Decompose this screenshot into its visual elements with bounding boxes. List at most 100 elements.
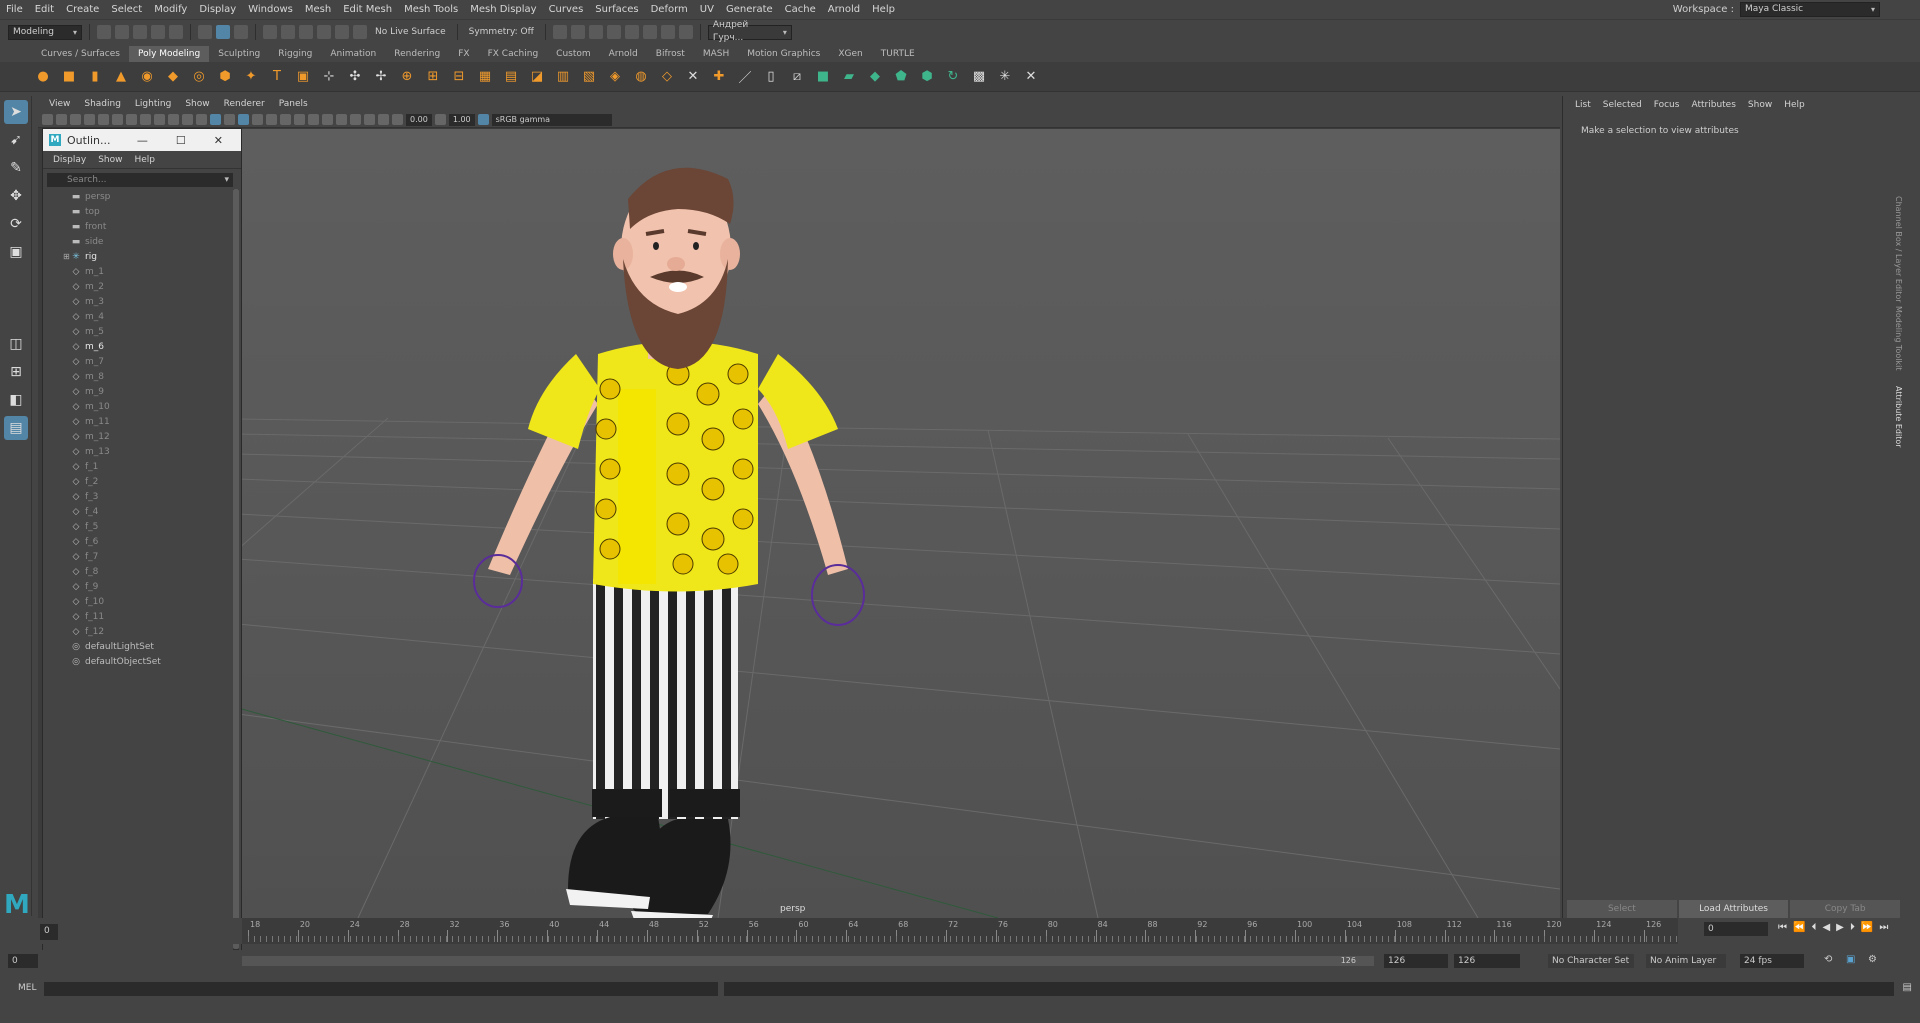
time-slider-left-box[interactable]: 0 <box>40 924 58 940</box>
poly-plane-icon[interactable]: ◆ <box>162 66 184 88</box>
outliner-item[interactable]: ◎ defaultObjectSet <box>43 654 231 669</box>
snap-view-icon[interactable] <box>317 25 331 39</box>
outliner-item[interactable]: ◇ m_5 <box>43 324 231 339</box>
four-view-icon[interactable]: ⊞ <box>4 360 28 384</box>
anim-layer-dropdown[interactable]: No Anim Layer <box>1646 954 1726 968</box>
shelf-tab-curves-surfaces[interactable]: Curves / Surfaces <box>32 46 129 62</box>
time-slider-track[interactable]: 18 20 24 28 32 36 40 44 48 52 56 60 64 68 72 76 80 84 88 92… <box>242 918 1678 944</box>
outliner-item[interactable]: ◇ f_1 <box>43 459 231 474</box>
render-settings-icon[interactable] <box>606 25 621 39</box>
safe-title-icon[interactable] <box>182 114 193 125</box>
outliner-item[interactable]: ◇ f_5 <box>43 519 231 534</box>
color-space-dropdown[interactable]: sRGB gamma <box>491 113 612 126</box>
anti-aliasing-icon[interactable] <box>322 114 333 125</box>
shadows-icon[interactable] <box>280 114 291 125</box>
select-hierarchy-icon[interactable] <box>198 25 212 39</box>
uv-camera-icon[interactable]: ⬢ <box>916 66 938 88</box>
menu-edit-mesh[interactable]: Edit Mesh <box>337 0 398 20</box>
super-shape-icon[interactable]: ✦ <box>240 66 262 88</box>
arnold-render-icon[interactable] <box>660 25 675 39</box>
knife-icon[interactable]: ／ <box>734 66 756 88</box>
exposure-icon[interactable] <box>392 114 403 125</box>
range-end-field[interactable]: 126 <box>1384 954 1448 968</box>
menu-cache[interactable]: Cache <box>779 0 822 20</box>
camera-select-icon[interactable] <box>42 114 53 125</box>
attr-menu-selected[interactable]: Selected <box>1597 100 1648 110</box>
screen-space-ao-icon[interactable] <box>294 114 305 125</box>
uv-editor-icon[interactable]: ✳ <box>994 66 1016 88</box>
wireframe-icon[interactable] <box>196 114 207 125</box>
coordinate-icon[interactable]: ✣ <box>344 66 366 88</box>
snap-surface-icon[interactable] <box>335 25 349 39</box>
shelf-tab-sculpting[interactable]: Sculpting <box>209 46 269 62</box>
outliner-item[interactable]: ◇ m_3 <box>43 294 231 309</box>
poly-torus-icon[interactable]: ◉ <box>136 66 158 88</box>
outliner-menu-display[interactable]: Display <box>47 155 92 165</box>
copy-tab-button[interactable]: Copy Tab <box>1790 900 1901 918</box>
render-frame-icon[interactable] <box>570 25 585 39</box>
menu-display[interactable]: Display <box>193 0 242 20</box>
outliner-item[interactable]: ◇ f_10 <box>43 594 231 609</box>
shelf-tab-rendering[interactable]: Rendering <box>385 46 449 62</box>
outliner-item[interactable]: ◇ m_7 <box>43 354 231 369</box>
outliner-menu-help[interactable]: Help <box>128 155 161 165</box>
exposure-field[interactable]: 0.00 <box>406 113 432 126</box>
single-perspective-icon[interactable]: ◫ <box>4 332 28 356</box>
uv-cut-icon[interactable]: ✕ <box>1020 66 1042 88</box>
construction-history-icon[interactable] <box>552 25 567 39</box>
pause-icon[interactable] <box>678 25 693 39</box>
outliner-item[interactable]: ◇ m_4 <box>43 309 231 324</box>
shelf-tab-motion-graphics[interactable]: Motion Graphics <box>738 46 829 62</box>
outliner-item[interactable]: ◎ defaultLightSet <box>43 639 231 654</box>
color-management-icon[interactable] <box>477 114 489 125</box>
attr-menu-attributes[interactable]: Attributes <box>1685 100 1741 110</box>
shelf-tab-arnold[interactable]: Arnold <box>600 46 647 62</box>
move-tool-icon[interactable]: ✥ <box>4 184 28 208</box>
uv-sphere-icon[interactable]: ◆ <box>864 66 886 88</box>
outliner-item[interactable]: ◇ m_11 <box>43 414 231 429</box>
hypershade-icon[interactable] <box>624 25 639 39</box>
viewport-menu-panels[interactable]: Panels <box>272 99 315 109</box>
outliner-item[interactable]: ◇ m_12 <box>43 429 231 444</box>
live-surface-label[interactable]: No Live Surface <box>375 27 446 37</box>
menu-windows[interactable]: Windows <box>242 0 299 20</box>
attr-menu-list[interactable]: List <box>1569 100 1597 110</box>
grid-toggle-icon[interactable] <box>98 114 109 125</box>
expand-icon[interactable]: ⊞ <box>63 252 70 261</box>
boolean-icon[interactable]: ⊟ <box>448 66 470 88</box>
outliner-item[interactable]: ◇ f_4 <box>43 504 231 519</box>
menu-file[interactable]: File <box>0 0 29 20</box>
user-account-dropdown[interactable]: Андрей Гурч... <box>707 20 792 43</box>
load-attributes-button[interactable]: Load Attributes <box>1678 900 1789 918</box>
outliner-item[interactable]: ◇ f_3 <box>43 489 231 504</box>
shelf-tab-fx-caching[interactable]: FX Caching <box>479 46 548 62</box>
xray-joints-icon[interactable] <box>378 114 389 125</box>
menu-curves[interactable]: Curves <box>543 0 590 20</box>
menu-uv[interactable]: UV <box>694 0 720 20</box>
outliner-item[interactable]: ◇ m_1 <box>43 264 231 279</box>
mirror-icon[interactable]: ◪ <box>526 66 548 88</box>
sculpt-icon[interactable]: ⊹ <box>318 66 340 88</box>
viewport-menu-show[interactable]: Show <box>178 99 216 109</box>
menu-edit[interactable]: Edit <box>29 0 60 20</box>
redo-icon[interactable] <box>169 25 183 39</box>
uv-auto-icon[interactable]: ⬟ <box>890 66 912 88</box>
outliner-item[interactable]: ◇ f_8 <box>43 564 231 579</box>
merge-icon[interactable]: ◇ <box>656 66 678 88</box>
outliner-item[interactable]: ◇ f_7 <box>43 549 231 564</box>
shelf-tab-poly-modeling[interactable]: Poly Modeling <box>128 46 210 62</box>
outliner-item[interactable]: ⊞ ✳ rig <box>43 249 231 264</box>
menu-deform[interactable]: Deform <box>645 0 694 20</box>
viewport-menu-lighting[interactable]: Lighting <box>128 99 178 109</box>
snap-grid-icon[interactable] <box>263 25 277 39</box>
outliner-item[interactable]: ▬ front <box>43 219 231 234</box>
outliner-item[interactable]: ◇ m_2 <box>43 279 231 294</box>
poly-disc-icon[interactable]: ◎ <box>188 66 210 88</box>
select-button[interactable]: Select <box>1567 900 1677 918</box>
film-gate-icon[interactable] <box>112 114 123 125</box>
use-all-lights-icon[interactable] <box>266 114 277 125</box>
fill-hole-icon[interactable]: ◍ <box>630 66 652 88</box>
fps-dropdown[interactable]: 24 fps <box>1740 954 1804 968</box>
maximize-icon[interactable]: ☐ <box>176 134 186 147</box>
viewport-menu-renderer[interactable]: Renderer <box>217 99 272 109</box>
